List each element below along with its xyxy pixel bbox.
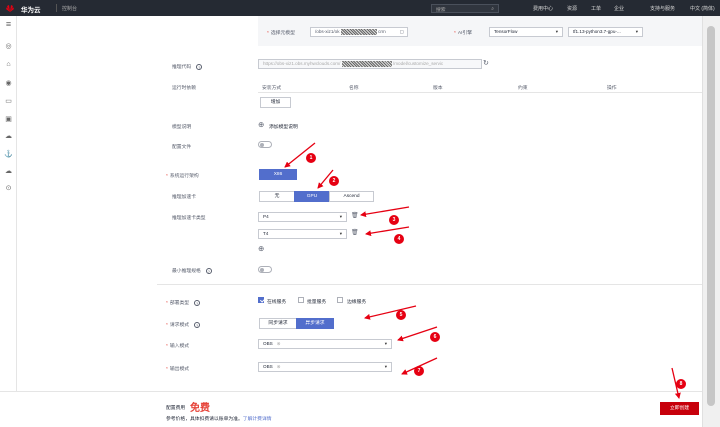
deps-table-divider (258, 92, 704, 93)
output-mode-select[interactable]: OBS ⊗ ▾ (258, 362, 392, 372)
nav-language[interactable]: 中文 (简体) (690, 5, 720, 12)
deploy-batch-checkbox[interactable] (298, 297, 304, 303)
sidebar-data-icon[interactable]: ⌂ (4, 60, 13, 69)
question-icon[interactable]: ? (194, 321, 201, 328)
sidebar-dashboard-icon[interactable]: ◎ (4, 42, 13, 51)
add-model-description-link[interactable]: 添加模型说明 (269, 123, 298, 130)
trash-icon[interactable]: 🗑 (351, 229, 359, 236)
deploy-type-label: * 部署类型? (166, 299, 201, 306)
question-icon[interactable]: ? (194, 299, 201, 306)
fee-detail-link[interactable]: 了解计费详情 (243, 417, 272, 422)
plus-circle-icon[interactable]: ⊕ (258, 244, 264, 253)
fee-label: 配置费用 (166, 406, 186, 411)
engine-version-select[interactable]: tf1.13-python3.7-gpu-... ▾ (568, 27, 643, 37)
deploy-online-checkbox[interactable] (258, 297, 264, 303)
system-arch-label: * 系统运行架构 (166, 174, 199, 179)
input-mode-select[interactable]: OBS ⊗ ▾ (258, 339, 392, 349)
meta-model-label: * 选择元模型 (267, 31, 295, 36)
accelerator-type-label: 推理加速卡类型 (172, 216, 206, 221)
fee-value: 免费 (190, 403, 210, 414)
sidebar-edge-icon[interactable]: ⚓ (4, 150, 13, 159)
deps-header-constraint: 约束 (518, 86, 528, 91)
add-dependency-button[interactable]: 增加 (260, 97, 291, 108)
deploy-online-label: 在线服务 (267, 300, 287, 305)
accelerator-label: 推理加速卡 (172, 195, 196, 200)
sidebar-training-icon[interactable]: ▭ (4, 97, 13, 106)
accelerator-type-select-p4[interactable]: P4 ▾ (258, 212, 347, 222)
folder-icon[interactable]: ▢ (400, 28, 404, 36)
question-icon[interactable]: ? (196, 63, 203, 70)
accelerator-gpu-button[interactable]: GPU (294, 191, 330, 202)
section-divider (157, 284, 704, 285)
accelerator-none-button[interactable]: 无 (259, 191, 295, 202)
config-file-toggle[interactable] (258, 141, 272, 148)
sidebar-model-icon[interactable]: ▣ (4, 115, 13, 124)
deps-header-install: 安装方式 (262, 86, 282, 91)
annotation-badge-7: 7 (414, 366, 424, 376)
nav-support[interactable]: 支持与服务 (650, 5, 675, 12)
meta-model-path-input[interactable]: /obs-xiz1/ok crm ▢ (310, 27, 408, 37)
trash-icon[interactable]: 🗑 (351, 212, 359, 219)
search-placeholder: 搜索 (436, 8, 446, 13)
top-bar: 华为云 控制台 搜索 ⌕ 费用中心 资源 工单 企业 支持与服务 中文 (简体) (0, 0, 720, 16)
deps-header-name: 名称 (349, 86, 359, 91)
request-sync-button[interactable]: 同步请求 (259, 318, 297, 329)
deploy-edge-checkbox[interactable] (337, 297, 343, 303)
annotation-badge-6: 6 (430, 332, 440, 342)
fee-note: 参考价格，具体扣费请以账单为准。了解计费详情 (166, 417, 272, 422)
request-async-button[interactable]: 异步请求 (296, 318, 334, 329)
plus-circle-icon[interactable]: ⊕ (258, 120, 264, 129)
inference-code-label: 推理代码? (172, 63, 203, 70)
accelerator-ascend-button[interactable]: Ascend (329, 191, 374, 202)
input-mode-label: * 输入模式 (166, 344, 190, 349)
search-icon[interactable]: ⌕ (491, 6, 494, 12)
nav-tickets[interactable]: 工单 (591, 5, 601, 12)
min-spec-label: 最小推理规格? (172, 267, 212, 274)
annotation-badge-8: 8 (676, 379, 686, 389)
request-mode-label: * 请求模式? (166, 321, 201, 328)
deps-header-version: 版本 (433, 86, 443, 91)
create-model-form: * 选择元模型 /obs-xiz1/ok crm ▢ * AI引擎 TensorFl… (17, 16, 704, 391)
global-search-input[interactable]: 搜索 ⌕ (431, 4, 499, 13)
refresh-icon[interactable]: ↻ (483, 59, 489, 67)
create-now-button[interactable]: 立即创建 (660, 402, 699, 415)
nav-resources[interactable]: 资源 (567, 5, 577, 12)
footer-bar: 配置费用 免费 参考价格，具体扣费请以账单为准。了解计费详情 立即创建 (0, 391, 702, 427)
huawei-logo-icon[interactable] (5, 3, 15, 13)
annotation-badge-1: 1 (306, 153, 316, 163)
console-link[interactable]: 控制台 (62, 5, 77, 12)
annotation-badge-5: 5 (396, 310, 406, 320)
min-spec-toggle[interactable] (258, 266, 272, 273)
accelerator-type-select-t4[interactable]: T4 ▾ (258, 229, 347, 239)
page-scrollbar[interactable] (702, 16, 720, 427)
annotation-badge-3: 3 (389, 215, 399, 225)
config-file-label: 配置文件 (172, 145, 192, 150)
inference-code-input[interactable]: https://obs-xiz1.obs.myhwclouds.com/ /mo… (258, 59, 482, 69)
question-icon[interactable]: ? (205, 267, 212, 274)
deploy-edge-label: 边缘服务 (347, 300, 367, 305)
ai-engine-label: * AI引擎 (454, 31, 473, 36)
deps-header-action: 操作 (607, 86, 617, 91)
arch-x86-button[interactable]: X86 (259, 169, 297, 180)
model-description-label: 模型说明 (172, 125, 192, 130)
topbar-divider (56, 4, 57, 12)
sidebar-market-icon[interactable]: ☁ (4, 167, 13, 176)
sidebar-deploy-icon[interactable]: ☁ (4, 132, 13, 141)
output-mode-label: * 输出模式 (166, 367, 190, 372)
deploy-batch-label: 批量服务 (307, 300, 327, 305)
ai-engine-select[interactable]: TensorFlow ▾ (489, 27, 563, 37)
brand-name[interactable]: 华为云 (21, 4, 41, 14)
sidebar: ≡ ◎ ⌂ ◉ ▭ ▣ ☁ ⚓ ☁ ⊙ (0, 16, 17, 427)
scrollbar-thumb[interactable] (707, 26, 715, 406)
sidebar-settings-icon[interactable]: ⊙ (4, 184, 13, 193)
sidebar-devenv-icon[interactable]: ◉ (4, 79, 13, 88)
menu-icon[interactable]: ≡ (4, 20, 13, 29)
runtime-deps-label: 运行时依赖 (172, 86, 196, 91)
nav-fee-center[interactable]: 费用中心 (533, 5, 553, 12)
annotation-badge-2: 2 (329, 176, 339, 186)
annotation-badge-4: 4 (394, 234, 404, 244)
nav-enterprise[interactable]: 企业 (614, 5, 624, 12)
